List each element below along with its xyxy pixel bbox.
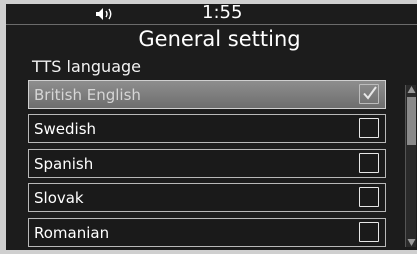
status-divider bbox=[6, 24, 417, 25]
screen: 1:55 General setting TTS language Britis… bbox=[6, 4, 417, 250]
scrollbar[interactable] bbox=[405, 85, 416, 247]
scroll-up-arrow-icon[interactable] bbox=[407, 85, 416, 95]
page-title: General setting bbox=[138, 27, 301, 51]
list-item-label: Slovak bbox=[34, 189, 84, 207]
list-item-slovak[interactable]: Slovak bbox=[28, 183, 386, 212]
display-bezel: 1:55 General setting TTS language Britis… bbox=[0, 0, 417, 254]
checkbox-unchecked[interactable] bbox=[359, 222, 379, 242]
checkbox-checked[interactable] bbox=[359, 84, 379, 104]
checkmark-icon bbox=[363, 86, 377, 100]
list-item-label: British English bbox=[34, 86, 141, 104]
section-label: TTS language bbox=[32, 57, 141, 76]
clock: 1:55 bbox=[202, 4, 243, 23]
list-item-british-english[interactable]: British English bbox=[28, 80, 386, 109]
speaker-volume-icon bbox=[96, 8, 112, 20]
list-item-label: Romanian bbox=[34, 224, 110, 242]
list-item-spanish[interactable]: Spanish bbox=[28, 149, 386, 178]
checkbox-unchecked[interactable] bbox=[359, 187, 379, 207]
list-item-romanian[interactable]: Romanian bbox=[28, 218, 386, 247]
list-item-swedish[interactable]: Swedish bbox=[28, 114, 386, 143]
scroll-thumb[interactable] bbox=[407, 97, 416, 145]
scroll-down-arrow-icon[interactable] bbox=[407, 237, 416, 247]
checkbox-unchecked[interactable] bbox=[359, 153, 379, 173]
list-item-label: Spanish bbox=[34, 155, 94, 173]
checkbox-unchecked[interactable] bbox=[359, 118, 379, 138]
status-bar: 1:55 bbox=[6, 4, 417, 24]
list-item-label: Swedish bbox=[34, 120, 97, 138]
